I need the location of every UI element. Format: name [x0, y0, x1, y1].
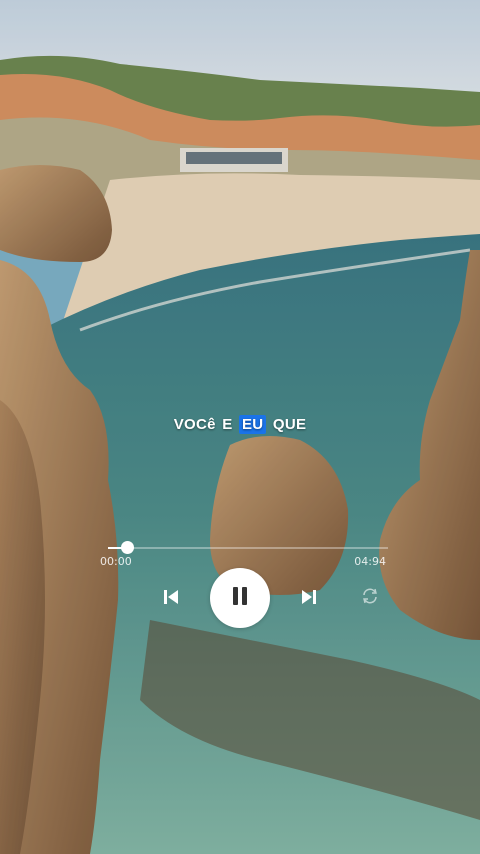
lyric-line: VOCê E EU QUE: [0, 415, 480, 434]
lyric-word: QUE: [272, 416, 307, 433]
playback-controls: [0, 568, 480, 628]
lyric-word: VOCê: [173, 416, 216, 433]
pause-button[interactable]: [210, 568, 270, 628]
total-duration: 04:94: [354, 555, 386, 568]
progress-handle[interactable]: [120, 541, 134, 554]
next-button[interactable]: [296, 586, 322, 612]
pause-icon: [230, 585, 250, 611]
progress-slider[interactable]: [108, 540, 388, 560]
repeat-button[interactable]: [358, 586, 382, 610]
current-time: 00:00: [100, 555, 132, 568]
skip-next-icon: [299, 587, 319, 611]
lyric-word-highlighted: EU: [239, 415, 267, 434]
lyric-word: E: [222, 416, 233, 433]
progress-track: [108, 547, 388, 549]
previous-button[interactable]: [158, 586, 184, 612]
skip-previous-icon: [161, 587, 181, 611]
repeat-icon: [360, 586, 380, 610]
